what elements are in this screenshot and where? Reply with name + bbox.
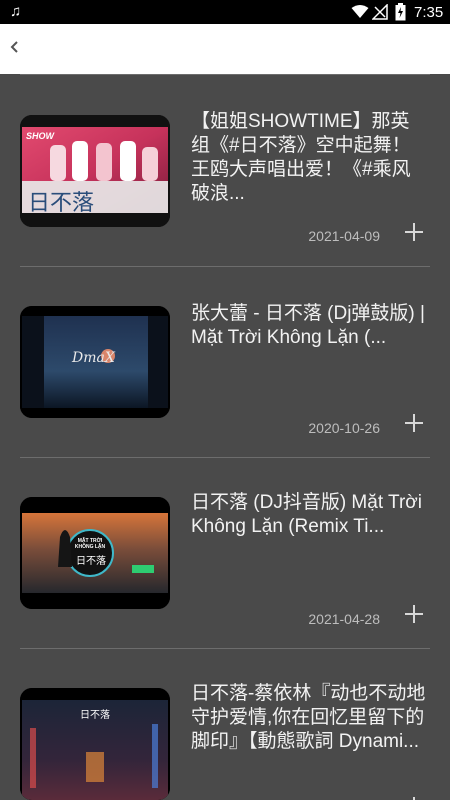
video-thumbnail[interactable]: 日不落 bbox=[20, 688, 170, 800]
app-bar bbox=[0, 24, 450, 74]
add-button[interactable] bbox=[402, 602, 426, 626]
video-thumbnail[interactable]: DmaX bbox=[20, 306, 170, 418]
video-thumbnail[interactable]: MẶT TRỜI KHÔNG LẶN 日不落 bbox=[20, 497, 170, 609]
plus-icon bbox=[402, 223, 426, 248]
thumbnail-caption: 日不落 bbox=[80, 710, 110, 721]
thumbnail-caption: DmaX bbox=[72, 350, 115, 366]
add-button[interactable] bbox=[402, 220, 426, 244]
add-button[interactable] bbox=[402, 411, 426, 435]
video-item[interactable]: SHOW 日不落 【姐姐SHOWTIME】那英组《#日不落》空中起舞！王鸥大声唱… bbox=[0, 74, 450, 264]
music-note-icon: ♫ bbox=[10, 3, 22, 20]
video-title[interactable]: 张大蕾 - 日不落 (Dj弹鼓版) | Mặt Trời Không Lặn (… bbox=[191, 302, 427, 350]
video-title[interactable]: 日不落 (DJ抖音版) Mặt Trời Không Lặn (Remix Ti… bbox=[191, 491, 427, 539]
thumbnail-badge: MẶT TRỜI KHÔNG LẶN bbox=[74, 538, 106, 550]
thumbnail-caption: 日不落 bbox=[76, 556, 106, 567]
video-date: 2021-04-28 bbox=[308, 611, 380, 627]
video-date: 2020-10-26 bbox=[308, 420, 380, 436]
status-time: 7:35 bbox=[414, 4, 444, 21]
video-list: SHOW 日不落 【姐姐SHOWTIME】那英组《#日不落》空中起舞！王鸥大声唱… bbox=[0, 74, 450, 800]
thumbnail-badge: SHOW bbox=[26, 131, 54, 141]
video-date: 2021-04-09 bbox=[308, 228, 380, 244]
wifi-icon bbox=[351, 4, 369, 24]
video-item[interactable]: DmaX 张大蕾 - 日不落 (Dj弹鼓版) | Mặt Trời Không … bbox=[0, 266, 450, 456]
video-item[interactable]: MẶT TRỜI KHÔNG LẶN 日不落 日不落 (DJ抖音版) Mặt T… bbox=[0, 457, 450, 647]
chevron-left-icon bbox=[9, 40, 21, 59]
back-button[interactable] bbox=[2, 36, 28, 62]
video-item[interactable]: 日不落 日不落-蔡依林『动也不动地守护爱情,你在回忆里留下的脚印』【動態歌詞 D… bbox=[0, 648, 450, 800]
thumbnail-caption: 日不落 bbox=[28, 191, 95, 216]
plus-icon bbox=[402, 605, 426, 630]
video-title[interactable]: 日不落-蔡依林『动也不动地守护爱情,你在回忆里留下的脚印』【動態歌詞 Dynam… bbox=[191, 682, 427, 754]
plus-icon bbox=[402, 414, 426, 439]
video-thumbnail[interactable]: SHOW 日不落 bbox=[20, 115, 170, 227]
signal-icon bbox=[371, 3, 388, 25]
status-bar: ♫ 7:35 bbox=[0, 0, 450, 24]
add-button[interactable] bbox=[402, 794, 426, 800]
battery-icon bbox=[395, 3, 406, 26]
video-title[interactable]: 【姐姐SHOWTIME】那英组《#日不落》空中起舞！王鸥大声唱出爱！《#乘风破浪… bbox=[191, 110, 427, 206]
